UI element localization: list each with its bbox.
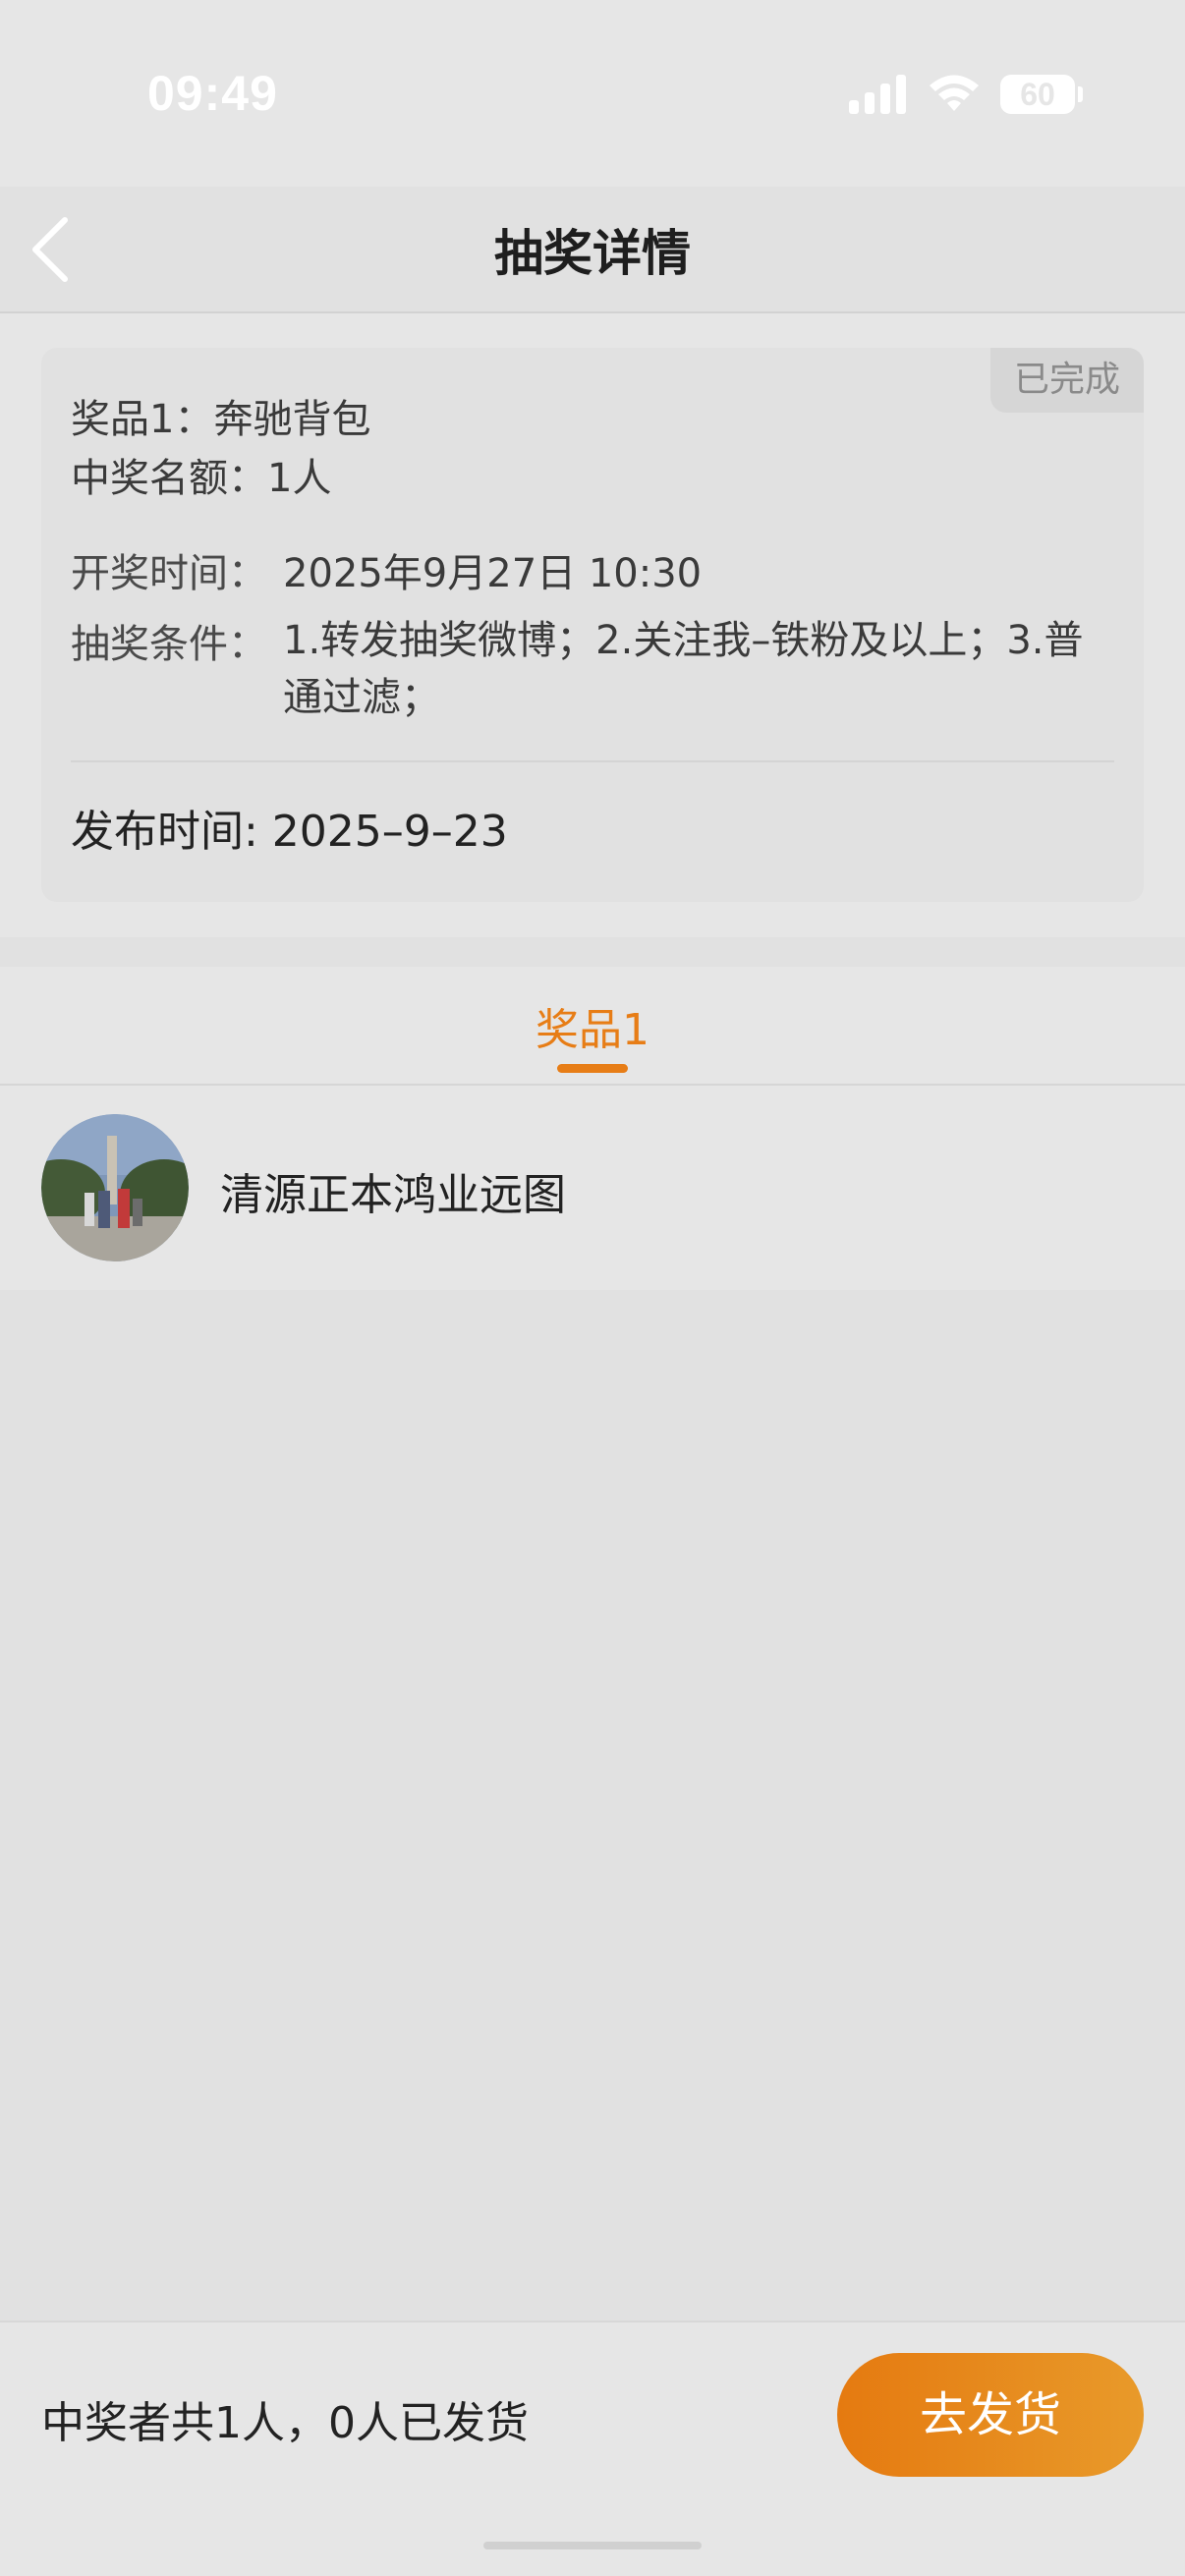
draw-time-label: 开奖时间： [71,551,267,596]
card-divider [71,760,1114,762]
home-indicator [483,2542,702,2549]
battery-tip [1078,86,1083,102]
draw-time-value: 2025年9月27日 10:30 [283,551,703,596]
ship-button[interactable]: 去发货 [837,2353,1144,2477]
winner-name: 清源正本鸿业远图 [220,1170,566,1220]
tab-active-indicator [557,1064,628,1073]
quota-line: 中奖名额：1人 [71,456,332,501]
publish-time: 发布时间: 2025–9–23 [71,807,508,857]
avatar[interactable] [41,1114,189,1261]
prize-line: 奖品1：奔驰背包 [71,397,371,442]
battery-icon: 60 [1000,75,1075,114]
signal-icon [849,75,906,114]
shipping-summary: 中奖者共1人，0人已发货 [41,2398,529,2448]
page-title: 抽奖详情 [494,225,691,282]
status-badge: 已完成 [990,348,1144,413]
wifi-icon [930,75,979,111]
status-time: 09:49 [147,66,278,121]
condition-value: 1.转发抽奖微博；2.关注我–铁粉及以上；3.普通过滤； [283,618,1084,720]
tab-prize-1[interactable]: 奖品1 [0,994,1185,1057]
condition-label: 抽奖条件： [71,622,267,667]
